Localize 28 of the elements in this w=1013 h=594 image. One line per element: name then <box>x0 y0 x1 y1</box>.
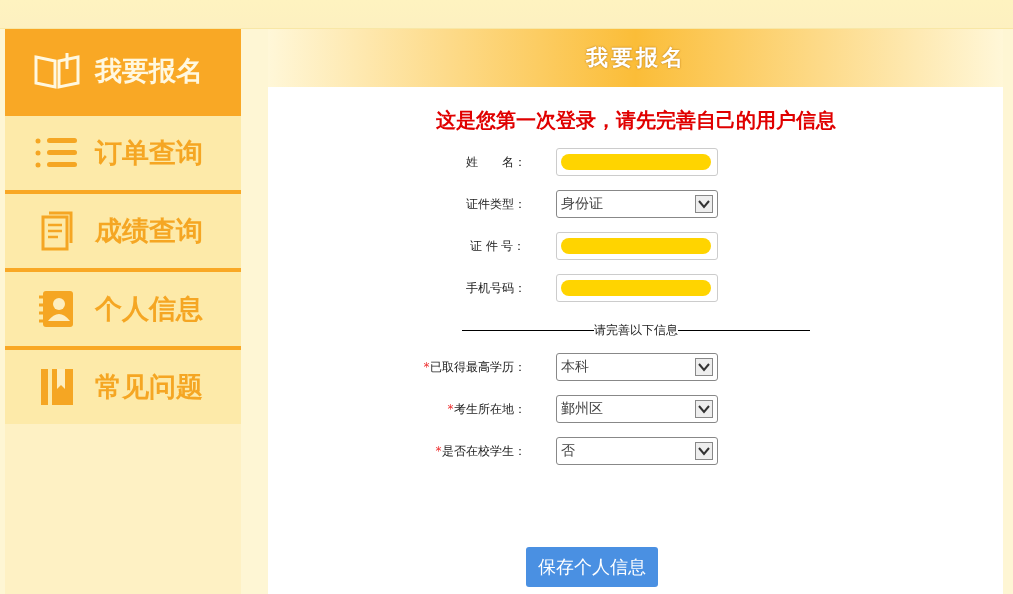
input-field[interactable] <box>555 274 718 302</box>
sidebar-item[interactable]: 我要报名 <box>5 29 241 116</box>
field-label: *是否在校学生： <box>434 442 526 460</box>
sidebar-item[interactable]: 常见问题 <box>5 350 241 424</box>
caret-icon <box>694 442 713 460</box>
select-field[interactable]: 身份证 <box>555 190 718 218</box>
field-label: 证 件 号： <box>468 237 526 255</box>
sidebar-item[interactable]: 成绩查询 <box>5 194 241 272</box>
section-label: 请完善以下信息 <box>593 322 678 339</box>
panel-title: 我要报名 <box>585 44 686 72</box>
select-field[interactable]: 鄞州区 <box>555 395 718 423</box>
save-button[interactable]: 保存个人信息 <box>525 547 658 587</box>
book-icon <box>33 50 81 91</box>
field-label: *已取得最高学历： <box>422 358 526 376</box>
field-label: 手机号码： <box>464 279 526 297</box>
select-field[interactable]: 否 <box>555 437 718 465</box>
field-label: *考生所在地： <box>446 400 526 418</box>
input-field[interactable] <box>555 148 718 176</box>
select-field[interactable]: 本科 <box>555 353 718 381</box>
caret-icon <box>694 400 713 418</box>
sidebar-item[interactable]: 订单查询 <box>5 116 241 194</box>
field-label: 证件类型： <box>464 195 526 213</box>
caret-icon <box>694 358 713 376</box>
sidebar-item[interactable]: 个人信息 <box>5 272 241 350</box>
field-label: 姓 名： <box>464 153 526 171</box>
notice-text: 这是您第一次登录，请先完善自己的用户信息 <box>434 107 837 134</box>
input-field[interactable] <box>555 232 718 260</box>
caret-icon <box>694 195 713 213</box>
